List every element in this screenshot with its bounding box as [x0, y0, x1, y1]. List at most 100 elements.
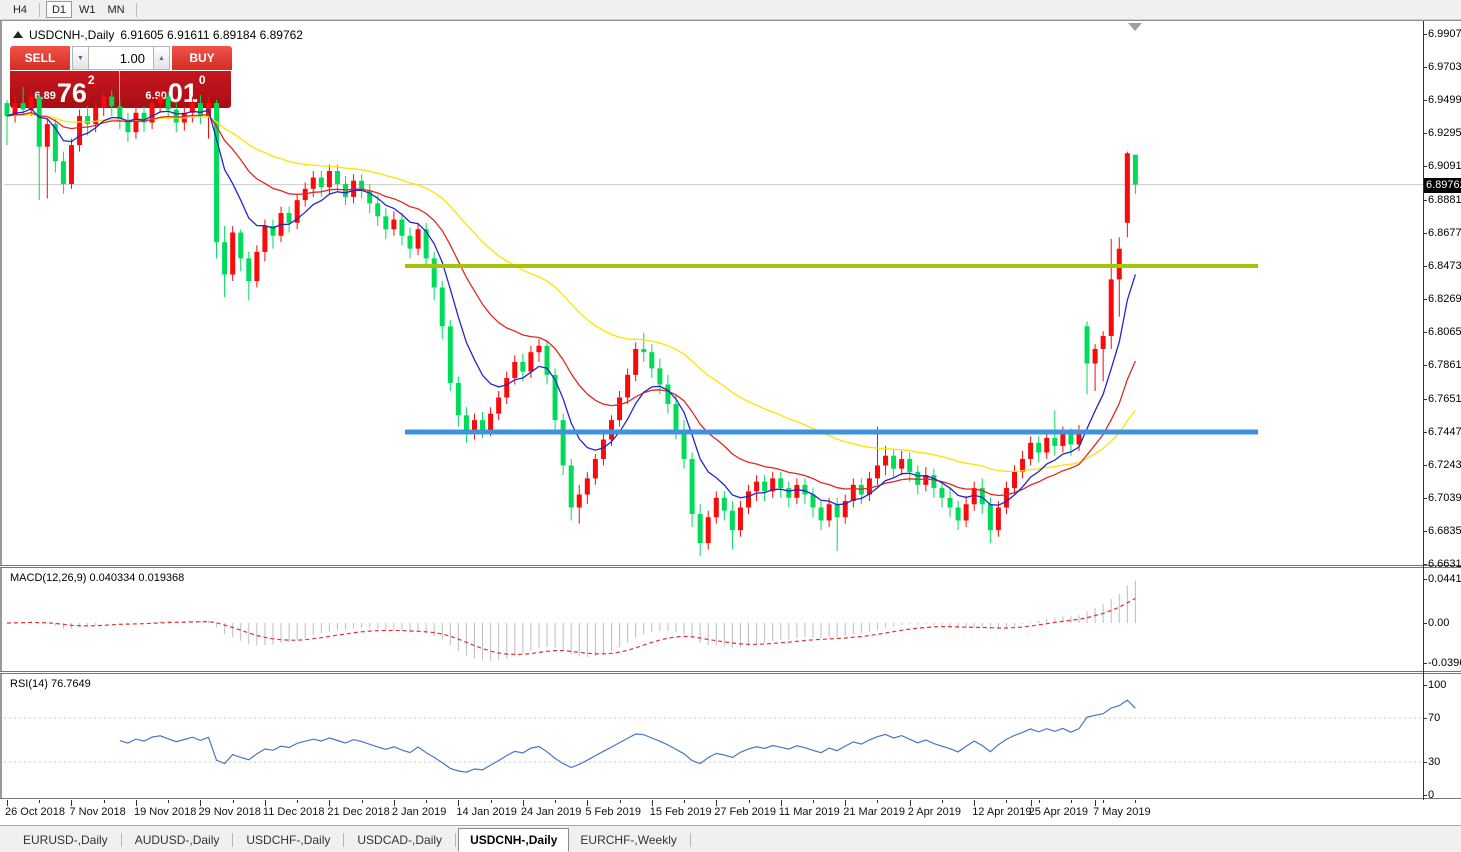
price-scale-tick — [1423, 233, 1427, 234]
macd-scale-tick — [1423, 579, 1427, 580]
price-scale-label: 6.76510 — [1428, 392, 1461, 406]
price-scale-tick — [1423, 67, 1427, 68]
date-label: 27 Feb 2019 — [714, 806, 776, 818]
chart-tab-eurchf[interactable]: EURCHF-,Weekly — [569, 829, 687, 851]
price-scale-label: 6.99070 — [1428, 27, 1461, 41]
timeframe-button-w1[interactable]: W1 — [74, 1, 101, 18]
date-minor-tick — [620, 800, 621, 803]
macd-indicator-canvas[interactable] — [0, 568, 1423, 671]
macd-scale-label: -0.03964 — [1428, 656, 1461, 670]
chart-tab-usdchf[interactable]: USDCHF-,Daily — [235, 829, 341, 851]
date-label: 7 May 2019 — [1093, 806, 1150, 818]
main-chart-canvas[interactable] — [0, 21, 1423, 565]
macd-label: MACD(12,26,9) 0.040334 0.019368 — [10, 572, 184, 585]
rsi-scale-tick — [1423, 795, 1427, 796]
date-minor-tick — [877, 800, 878, 803]
date-label: 14 Jan 2019 — [456, 806, 517, 818]
price-scale-tick — [1423, 399, 1427, 400]
price-scale-tick — [1423, 332, 1427, 333]
price-scale-label: 6.78610 — [1428, 358, 1461, 372]
date-minor-tick — [555, 800, 556, 803]
date-minor-tick — [1071, 800, 1072, 803]
timeframe-button-d1[interactable]: D1 — [46, 1, 72, 18]
price-scale-tick — [1423, 564, 1427, 565]
date-label: 7 Nov 2018 — [69, 806, 125, 818]
price-scale-tick — [1423, 432, 1427, 433]
tab-separator — [121, 833, 122, 847]
price-scale-tick — [1423, 266, 1427, 267]
timeframe-button-h4[interactable]: H4 — [7, 1, 33, 18]
price-scale-tick — [1423, 200, 1427, 201]
price-scale-label: 6.66310 — [1428, 557, 1461, 571]
date-label: 11 Mar 2019 — [779, 806, 840, 818]
timeframe-button-mn[interactable]: MN — [103, 1, 130, 18]
price-scale-tick — [1423, 498, 1427, 499]
date-axis[interactable]: 26 Oct 20187 Nov 201819 Nov 201829 Nov 2… — [0, 800, 1461, 825]
toolbar-separator — [136, 3, 137, 17]
macd-scale-tick — [1423, 623, 1427, 624]
macd-scale-tick — [1423, 663, 1427, 664]
date-label: 21 Mar 2019 — [843, 806, 905, 818]
price-scale-tick — [1423, 100, 1427, 101]
date-minor-tick — [297, 800, 298, 803]
price-scale-tick — [1423, 365, 1427, 366]
chart-tab-usdcnh[interactable]: USDCNH-,Daily — [458, 828, 569, 852]
tab-separator — [455, 833, 456, 847]
rsi-scale-tick — [1423, 685, 1427, 686]
date-label: 21 Dec 2018 — [327, 806, 389, 818]
date-minor-tick — [749, 800, 750, 803]
date-label: 29 Nov 2018 — [198, 806, 260, 818]
price-scale-tick — [1423, 166, 1427, 167]
date-minor-tick — [233, 800, 234, 803]
date-minor-tick — [684, 800, 685, 803]
rsi-scale-label: 70 — [1428, 711, 1461, 725]
date-minor-tick — [362, 800, 363, 803]
date-label: 5 Feb 2019 — [585, 806, 641, 818]
date-minor-tick — [491, 800, 492, 803]
price-scale-label: 6.84730 — [1428, 259, 1461, 273]
date-minor-tick — [1103, 800, 1104, 803]
tab-separator — [690, 833, 691, 847]
price-scale-label: 6.97030 — [1428, 60, 1461, 74]
price-scale-tick — [1423, 531, 1427, 532]
date-label: 2 Apr 2019 — [908, 806, 961, 818]
price-scale-tick — [1423, 299, 1427, 300]
date-minor-tick — [813, 800, 814, 803]
price-axis-line — [1423, 21, 1424, 800]
rsi-scale-tick — [1423, 718, 1427, 719]
date-label: 2 Jan 2019 — [392, 806, 446, 818]
tab-separator — [232, 833, 233, 847]
chart-tab-audusd[interactable]: AUDUSD-,Daily — [124, 829, 231, 851]
rsi-indicator-canvas[interactable] — [0, 674, 1423, 798]
rsi-label: RSI(14) 76.7649 — [10, 678, 91, 691]
timeframe-toolbar: H4 D1W1MN — [0, 0, 1461, 20]
price-scale-tick — [1423, 133, 1427, 134]
price-scale-label: 6.74470 — [1428, 425, 1461, 439]
rsi-scale-label: 30 — [1428, 755, 1461, 769]
price-scale-label: 6.68350 — [1428, 524, 1461, 538]
price-scale-label: 6.90910 — [1428, 159, 1461, 173]
price-scale-tick — [1423, 34, 1427, 35]
macd-scale-label: 0.00 — [1428, 616, 1461, 630]
price-scale-label: 6.72430 — [1428, 458, 1461, 472]
date-minor-tick — [942, 800, 943, 803]
chart-shift-marker-icon[interactable] — [1128, 23, 1142, 31]
chart-tab-bar: EURUSD-,DailyAUDUSD-,DailyUSDCHF-,DailyU… — [0, 825, 1461, 852]
toolbar-separator — [39, 3, 40, 17]
chart-tab-usdcad[interactable]: USDCAD-,Daily — [346, 829, 453, 851]
date-minor-tick — [168, 800, 169, 803]
price-scale-label: 6.86770 — [1428, 226, 1461, 240]
price-scale-label: 6.88810 — [1428, 193, 1461, 207]
date-minor-tick — [426, 800, 427, 803]
price-scale-label: 6.70390 — [1428, 491, 1461, 505]
date-minor-tick — [1135, 800, 1136, 803]
tab-separator — [343, 833, 344, 847]
price-scale-label: 6.80650 — [1428, 325, 1461, 339]
chart-tab-eurusd[interactable]: EURUSD-,Daily — [12, 829, 119, 851]
price-scale-label: 6.92950 — [1428, 126, 1461, 140]
macd-scale-label: 0.044143 — [1428, 572, 1461, 586]
date-minor-tick — [1006, 800, 1007, 803]
price-scale-tick — [1423, 465, 1427, 466]
date-label: 12 Apr 2019 — [972, 806, 1031, 818]
current-price-tag: 6.89762 — [1424, 178, 1461, 193]
